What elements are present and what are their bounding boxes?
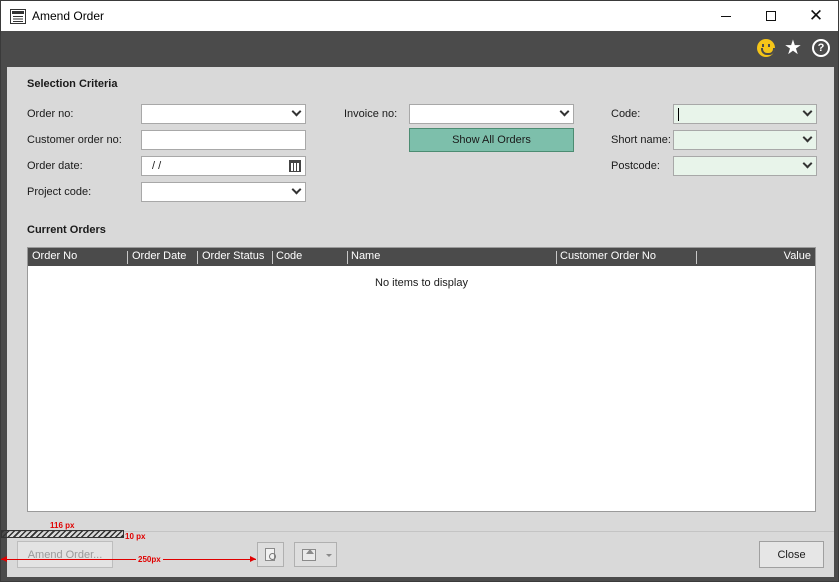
column-divider[interactable]: [272, 251, 273, 264]
app-icon: [10, 9, 26, 24]
project-code-label: Project code:: [27, 186, 92, 198]
annotation-arrow-line: [1, 559, 256, 560]
close-icon: ✕: [808, 6, 824, 25]
title-bar: Amend Order ✕: [1, 1, 838, 31]
empty-message: No items to display: [375, 277, 468, 289]
short-name-combo[interactable]: [673, 130, 817, 150]
column-divider[interactable]: [197, 251, 198, 264]
postcode-label: Postcode:: [611, 160, 660, 172]
upload-arrow-icon: [306, 549, 314, 554]
orders-grid[interactable]: Order No Order Date Order Status Code Na…: [27, 247, 816, 512]
column-header-value[interactable]: Value: [784, 250, 811, 262]
order-no-label: Order no:: [27, 108, 74, 120]
maximize-button[interactable]: [748, 1, 794, 31]
star-icon[interactable]: ★: [784, 38, 802, 58]
close-button[interactable]: Close: [759, 541, 824, 568]
chevron-down-icon: [802, 132, 813, 143]
minimize-button[interactable]: [703, 1, 749, 31]
calendar-icon[interactable]: [289, 160, 301, 172]
window-title: Amend Order: [32, 9, 105, 23]
chevron-down-icon: [291, 106, 302, 117]
grid-header: Order No Order Date Order Status Code Na…: [28, 248, 815, 266]
invoice-no-label: Invoice no:: [344, 108, 398, 120]
content-panel: Selection Criteria Order no: Customer or…: [7, 67, 834, 531]
column-divider[interactable]: [696, 251, 697, 264]
text-caret: [678, 108, 679, 121]
magnifier-icon: [269, 553, 276, 560]
order-date-value: / /: [152, 160, 162, 172]
column-divider[interactable]: [556, 251, 557, 264]
maximize-icon: [766, 11, 776, 21]
chevron-down-icon: [802, 158, 813, 169]
column-header-name[interactable]: Name: [351, 250, 380, 262]
footer-bar: Amend Order... 116 px 10 px 250px Close: [1, 521, 834, 577]
amend-order-button[interactable]: Amend Order...: [17, 541, 113, 568]
chevron-down-icon: [291, 184, 302, 195]
customer-order-no-label: Customer order no:: [27, 134, 122, 146]
export-dropdown-button[interactable]: [294, 542, 337, 567]
print-preview-button[interactable]: [257, 542, 284, 567]
postcode-combo[interactable]: [673, 156, 817, 176]
smiley-icon[interactable]: [757, 39, 775, 57]
column-header-order-status[interactable]: Order Status: [202, 250, 264, 262]
customer-order-no-field[interactable]: [141, 130, 306, 150]
column-header-customer-order-no[interactable]: Customer Order No: [560, 250, 656, 262]
short-name-label: Short name:: [611, 134, 671, 146]
help-icon[interactable]: ?: [812, 39, 830, 57]
amend-order-window: Amend Order ✕ ★ ? Selection Criteria Ord…: [0, 0, 839, 582]
chevron-down-icon: [802, 106, 813, 117]
current-orders-title: Current Orders: [27, 224, 106, 236]
project-code-combo[interactable]: [141, 182, 306, 202]
arrow-left-icon: [1, 556, 7, 562]
code-combo[interactable]: [673, 104, 817, 124]
minimize-icon: [721, 15, 731, 17]
annotation-arrow-label: 250px: [136, 555, 163, 564]
order-date-label: Order date:: [27, 160, 83, 172]
annotation-height-label: 10 px: [125, 532, 146, 541]
code-label: Code:: [611, 108, 641, 120]
dropdown-arrow-icon: [326, 554, 332, 557]
invoice-no-combo[interactable]: [409, 104, 574, 124]
selection-criteria-title: Selection Criteria: [27, 78, 118, 90]
column-divider[interactable]: [347, 251, 348, 264]
close-window-button[interactable]: ✕: [793, 1, 839, 31]
order-date-field[interactable]: / /: [141, 156, 306, 176]
column-header-code[interactable]: Code: [276, 250, 302, 262]
order-no-combo[interactable]: [141, 104, 306, 124]
column-divider[interactable]: [127, 251, 128, 264]
tool-strip: [1, 31, 838, 67]
measurement-hatch: [1, 530, 124, 538]
show-all-orders-button[interactable]: Show All Orders: [409, 128, 574, 152]
column-header-order-no[interactable]: Order No: [32, 250, 77, 262]
arrow-right-icon: [250, 556, 256, 562]
annotation-width-label: 116 px: [50, 521, 75, 530]
column-header-order-date[interactable]: Order Date: [132, 250, 186, 262]
chevron-down-icon: [559, 106, 570, 117]
